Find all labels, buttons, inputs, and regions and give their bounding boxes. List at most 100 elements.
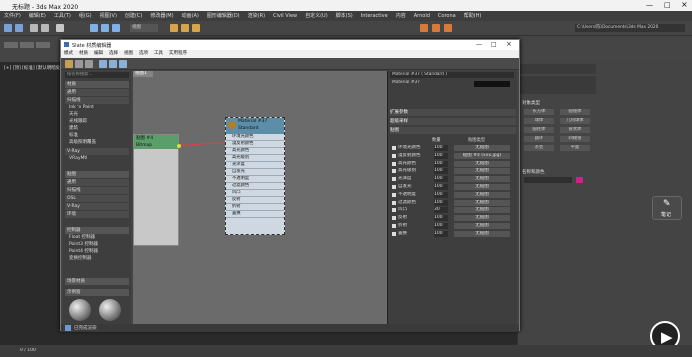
- rollout-header[interactable]: 超级采样: [390, 118, 516, 125]
- panel-button[interactable]: 圆锥体: [560, 109, 590, 115]
- menu-item[interactable]: 渲染(R): [248, 11, 265, 21]
- map-slot-button[interactable]: 无贴图: [454, 223, 510, 229]
- assign-material-icon[interactable]: [75, 60, 83, 68]
- menu-item[interactable]: 修改器(M): [150, 11, 173, 21]
- rollout-header[interactable]: 贴图: [390, 127, 516, 134]
- maximize-icon[interactable]: □: [491, 41, 497, 48]
- panel-button[interactable]: 管状体: [560, 127, 590, 133]
- percent-snap-icon[interactable]: [192, 24, 200, 32]
- menu-item[interactable]: 编辑(E): [29, 11, 46, 21]
- browser-group[interactable]: 材质: [65, 81, 129, 88]
- output-socket[interactable]: [177, 144, 181, 148]
- browser-group[interactable]: V-Ray: [65, 203, 129, 210]
- map-slot-row[interactable]: 高光级别 100 无贴图: [390, 168, 514, 175]
- map-amount-spinner[interactable]: 100: [434, 184, 448, 190]
- ribbon-button[interactable]: [36, 42, 50, 48]
- ribbon-button[interactable]: [20, 42, 34, 48]
- rollout-header[interactable]: 扩展参数: [390, 109, 516, 116]
- browser-item[interactable]: 标准: [69, 133, 129, 139]
- browser-item[interactable]: 高级照明覆盖: [69, 140, 129, 146]
- angle-snap-icon[interactable]: [181, 24, 189, 32]
- map-slot-row[interactable]: 凹凸 30 无贴图: [390, 207, 514, 214]
- material-slot[interactable]: 环境光颜色: [226, 134, 284, 141]
- map-slot-button[interactable]: 无贴图: [454, 184, 510, 190]
- notes-button[interactable]: ✎ 笔记: [652, 196, 682, 220]
- map-slot-button[interactable]: 无贴图: [454, 168, 510, 175]
- browser-group[interactable]: 场景材质: [65, 278, 129, 285]
- material-slot[interactable]: 过滤颜色: [226, 183, 284, 190]
- menu-item[interactable]: 工具(T): [54, 11, 71, 21]
- menu-item[interactable]: 帮助(H): [464, 11, 482, 21]
- map-enable-checkbox[interactable]: [392, 231, 396, 236]
- maximize-icon[interactable]: □: [664, 1, 671, 9]
- bitmap-node[interactable]: 贴图 #4 Bitmap: [133, 134, 181, 246]
- menu-item[interactable]: Corona: [438, 11, 456, 21]
- project-path-field[interactable]: C:\Users\陈\Documents\3ds Max 2020: [575, 24, 685, 32]
- delete-icon[interactable]: [85, 60, 93, 68]
- slate-menu-item[interactable]: 模式: [64, 51, 73, 56]
- map-slot-row[interactable]: 高光颜色 100 无贴图: [390, 160, 514, 167]
- render-setup-icon[interactable]: [420, 24, 428, 32]
- menu-item[interactable]: 创建(C): [125, 11, 142, 21]
- map-amount-spinner[interactable]: 30: [434, 207, 448, 214]
- map-enable-checkbox[interactable]: [392, 146, 396, 150]
- browser-group[interactable]: 环境: [65, 211, 129, 218]
- browser-item[interactable]: Float 控制器: [69, 235, 129, 241]
- browser-group[interactable]: 示例窗: [65, 289, 129, 296]
- material-slot[interactable]: 漫反射颜色: [226, 141, 284, 148]
- render-frame-icon[interactable]: [432, 24, 440, 32]
- menu-item[interactable]: 视图(V): [100, 11, 117, 21]
- panel-button[interactable]: 球体: [524, 118, 554, 124]
- view-dropdown[interactable]: 视图: [130, 24, 158, 32]
- panel-icons[interactable]: [520, 76, 596, 94]
- map-slot-row[interactable]: 自发光 100 无贴图: [390, 184, 514, 190]
- ribbon-button[interactable]: [4, 42, 18, 48]
- map-slot-button[interactable]: 无贴图: [454, 191, 510, 198]
- unlink-icon[interactable]: [41, 24, 49, 32]
- material-node[interactable]: Material #37 Standard 环境光颜色 漫反射颜色 高光颜色 高…: [225, 117, 285, 235]
- map-enable-checkbox[interactable]: [392, 208, 396, 213]
- map-slot-button[interactable]: 无贴图: [454, 230, 510, 237]
- panel-tabs[interactable]: [520, 64, 596, 74]
- link-icon[interactable]: [30, 24, 38, 32]
- map-enable-checkbox[interactable]: [392, 192, 396, 197]
- map-amount-spinner[interactable]: 100: [434, 230, 448, 237]
- map-slot-row[interactable]: 漫反射颜色 100 贴图 #4 (xxx.jpg): [390, 152, 514, 159]
- map-enable-checkbox[interactable]: [392, 224, 396, 228]
- material-name-color[interactable]: [474, 81, 510, 87]
- zoom-icon[interactable]: [119, 60, 127, 68]
- browser-item[interactable]: Point4 控制器: [69, 249, 129, 255]
- map-enable-checkbox[interactable]: [392, 216, 396, 221]
- slate-menu-item[interactable]: 选择: [109, 51, 118, 56]
- map-amount-spinner[interactable]: 100: [434, 152, 448, 159]
- browser-item[interactable]: 天光: [69, 112, 129, 118]
- panel-button[interactable]: 圆环: [524, 136, 554, 142]
- browser-group[interactable]: 通用: [65, 89, 129, 96]
- node-view[interactable]: 视图1 贴图 #4 Bitmap Material #37 Standard 环…: [133, 71, 387, 325]
- material-slot[interactable]: 反射: [226, 197, 284, 204]
- panel-button[interactable]: 圆柱体: [524, 127, 554, 133]
- object-color-swatch[interactable]: [576, 177, 583, 183]
- map-amount-spinner[interactable]: 100: [434, 215, 448, 222]
- map-slot-row[interactable]: 反射 100 无贴图: [390, 215, 514, 222]
- minimize-icon[interactable]: —: [646, 1, 653, 9]
- slate-menu-item[interactable]: 工具: [154, 51, 163, 56]
- menu-item[interactable]: Arnold: [414, 11, 430, 21]
- browser-item[interactable]: 变换控制器: [69, 256, 129, 262]
- layout-icon[interactable]: [109, 60, 117, 68]
- map-enable-checkbox[interactable]: [392, 153, 396, 158]
- undo-icon[interactable]: [4, 24, 12, 32]
- material-slot[interactable]: 置换: [226, 211, 284, 218]
- panel-button[interactable]: 茶壶: [524, 145, 554, 151]
- slate-menu-item[interactable]: 选项: [139, 51, 148, 56]
- scale-icon[interactable]: [112, 24, 120, 32]
- browser-group[interactable]: 扫描线: [65, 187, 129, 194]
- sample-sphere[interactable]: [69, 299, 91, 321]
- map-amount-spinner[interactable]: 100: [434, 168, 448, 175]
- browser-group[interactable]: 扫描线: [65, 97, 129, 104]
- map-slot-row[interactable]: 光泽度 100 无贴图: [390, 176, 514, 183]
- material-slot[interactable]: 不透明度: [226, 176, 284, 183]
- material-slot[interactable]: 高光颜色: [226, 148, 284, 155]
- map-amount-spinner[interactable]: 100: [434, 223, 448, 229]
- sample-sphere[interactable]: [99, 299, 121, 321]
